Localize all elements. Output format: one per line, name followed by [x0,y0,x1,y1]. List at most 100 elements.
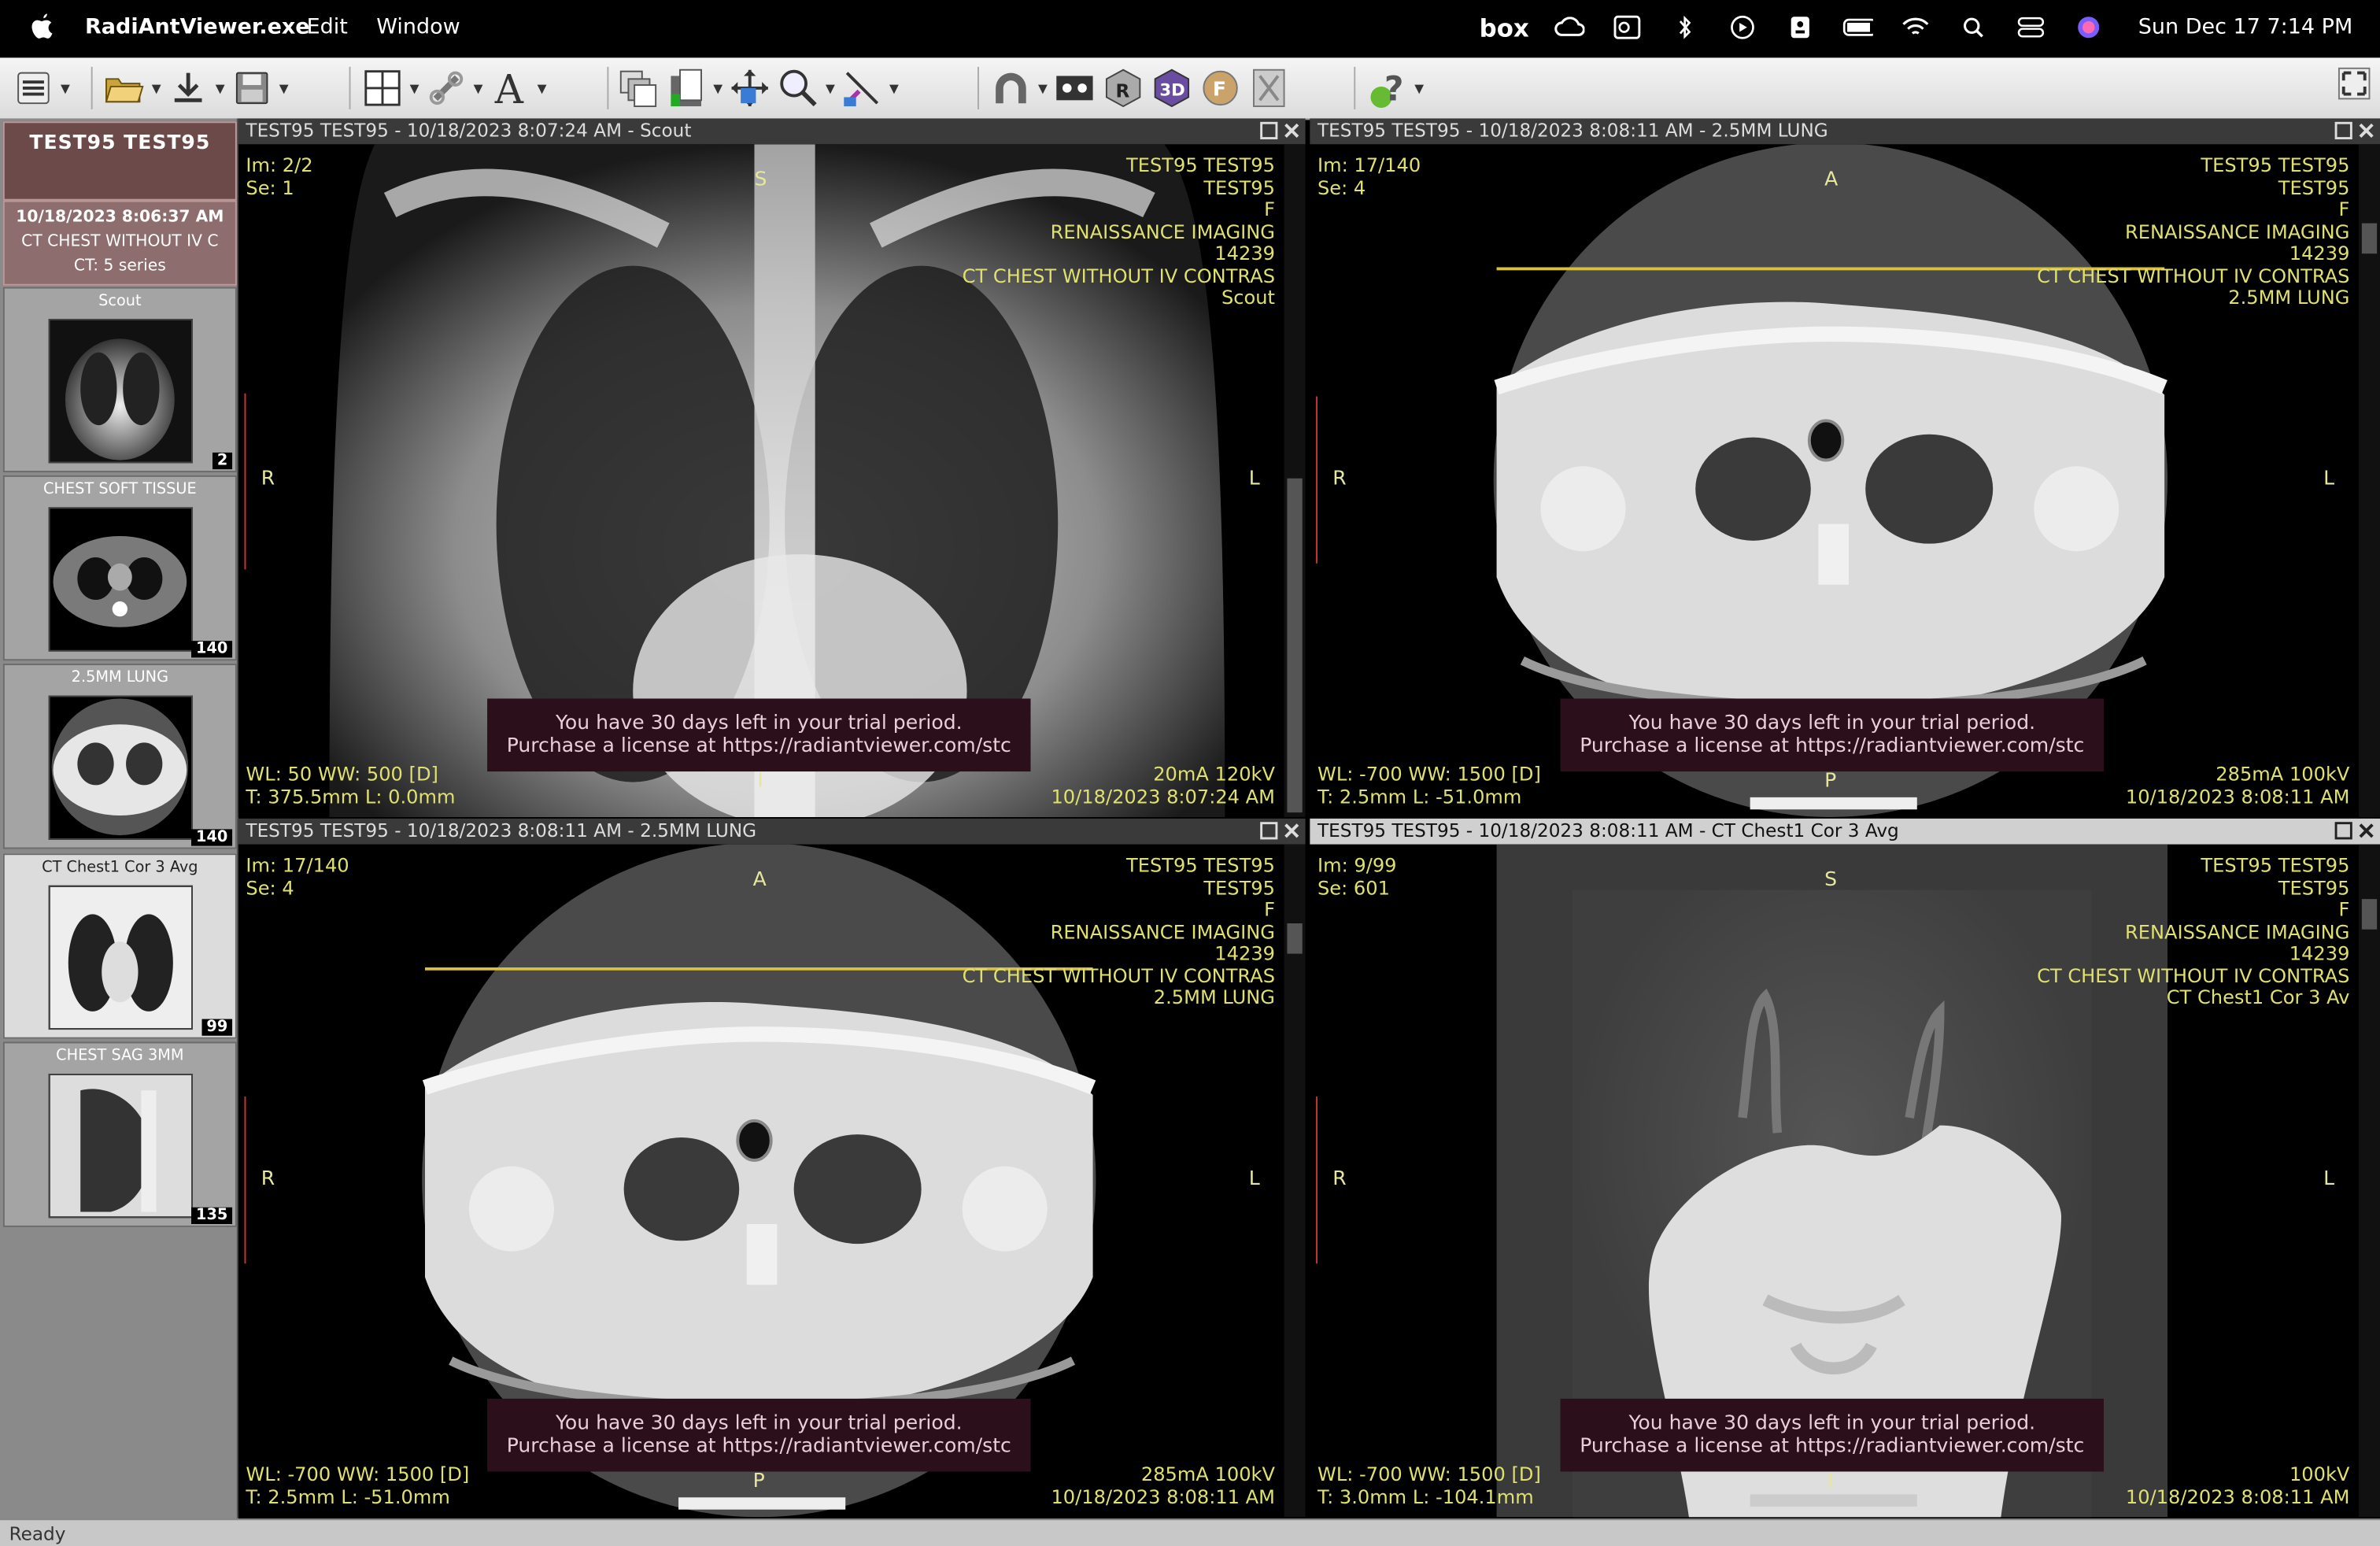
image-scrollbar[interactable] [2358,844,2380,1518]
creative-cloud-icon[interactable] [1554,12,1585,43]
dicom-info: TEST95 TEST95 TEST95 F RENAISSANCE IMAGI… [963,154,1275,309]
bluetooth-icon[interactable] [1669,12,1700,43]
acquisition-datetime: 10/18/2023 8:08:11 AM [2125,785,2350,808]
link-icon[interactable] [422,65,471,111]
orientation-right: L [1248,1167,1260,1191]
outlook-icon[interactable] [1612,12,1643,43]
image-canvas[interactable]: Im: 17/140 Se: 4 TEST95 TEST95 TEST95 F … [238,844,1306,1518]
acquisition-datetime: 10/18/2023 8:08:11 AM [2125,1485,2350,1508]
close-icon[interactable] [1283,121,1301,139]
maximize-icon[interactable] [2334,121,2352,140]
siri-icon[interactable] [2073,12,2104,43]
filter-icon[interactable]: F [1196,65,1245,111]
series-icon[interactable] [613,65,662,111]
series-number: Se: 4 [1317,176,1366,199]
maximize-icon[interactable] [1260,121,1278,140]
viewport-coronal[interactable]: TEST95 TEST95 - 10/18/2023 8:08:11 AM - … [1310,818,2380,1518]
scale-ruler [244,393,252,570]
patient-header[interactable]: TEST95 TEST95 [2,121,237,201]
app-menu[interactable]: RadiAntViewer.exe [85,15,310,39]
scroll-thumb[interactable] [1287,478,1303,813]
chevron-down-icon[interactable]: ▼ [471,81,486,94]
fullscreen-icon[interactable] [2338,67,2371,100]
help-icon[interactable]: ? [1363,65,1412,111]
trial-line-2: Purchase a license at https://radiantvie… [506,1435,1011,1459]
scroll-thumb[interactable] [1287,923,1303,954]
trial-line-2: Purchase a license at https://radiantvie… [506,734,1011,758]
measure-icon[interactable] [838,65,887,111]
menu-bar: RadiAntViewer.exe Edit Window box Sun De… [0,0,2380,58]
layout-grid-icon[interactable] [358,65,407,111]
chevron-down-icon[interactable]: ▼ [711,81,726,94]
scroll-thumb[interactable] [2361,223,2378,254]
image-count: 2 [213,452,233,470]
chevron-down-icon[interactable]: ▼ [57,81,72,94]
apple-icon[interactable] [31,13,55,41]
trial-notice[interactable]: You have 30 days left in your trial peri… [1560,1398,2104,1472]
series-description: 2.5MM LUNG [1153,986,1275,1009]
reset-icon[interactable] [1244,65,1293,111]
image-canvas[interactable]: Im: 9/99 Se: 601 TEST95 TEST95 TEST95 F … [1310,844,2380,1518]
chevron-down-icon[interactable]: ▼ [1035,81,1050,94]
pan-icon[interactable] [726,65,774,111]
window-level-icon[interactable] [662,65,711,111]
trial-notice[interactable]: You have 30 days left in your trial peri… [487,1398,1031,1472]
series-thumb-scout[interactable]: Scout 2 [2,287,237,473]
fusion-icon[interactable] [987,65,1036,111]
image-number: Im: 2/2 [246,153,313,176]
chevron-down-icon[interactable]: ▼ [276,81,291,94]
wifi-icon[interactable] [1901,12,1931,43]
chevron-down-icon[interactable]: ▼ [534,81,549,94]
zoom-icon[interactable] [774,65,823,111]
menubar-clock[interactable]: Sun Dec 17 7:14 PM [2138,15,2353,39]
play-icon[interactable] [1728,12,1758,43]
orientation-left: R [261,468,275,491]
close-icon[interactable] [1283,822,1301,840]
viewport-lung-top[interactable]: TEST95 TEST95 - 10/18/2023 8:08:11 AM - … [1310,118,2380,817]
image-scrollbar[interactable] [2358,144,2380,817]
close-icon[interactable] [2357,121,2375,139]
menu-window[interactable]: Window [376,15,460,39]
scroll-thumb[interactable] [2361,899,2378,930]
chevron-down-icon[interactable]: ▼ [149,81,164,94]
text-annotation-icon[interactable]: A [486,65,534,111]
close-icon[interactable] [2357,822,2375,840]
image-scrollbar[interactable] [1284,844,1306,1518]
download-icon[interactable] [164,65,213,111]
open-folder-icon[interactable] [100,65,149,111]
series-thumb-chest-sag[interactable]: CHEST SAG 3MM 135 [2,1041,237,1227]
image-canvas[interactable]: Im: 17/140 Se: 4 TEST95 TEST95 TEST95 F … [1310,144,2380,817]
chevron-down-icon[interactable]: ▼ [213,81,227,94]
series-thumb-2-5mm-lung[interactable]: 2.5MM LUNG 140 [2,664,237,849]
menu-icon[interactable] [9,65,58,111]
image-scrollbar[interactable] [1284,144,1306,817]
3d-icon[interactable]: 3D [1148,65,1196,111]
image-number: Im: 17/140 [246,853,349,877]
acquisition-datetime: 10/18/2023 8:07:24 AM [1051,785,1275,808]
mpr-icon[interactable]: R [1099,65,1148,111]
chevron-down-icon[interactable]: ▼ [1412,81,1427,94]
battery-icon[interactable] [1842,12,1873,43]
series-thumb-ct-chest1-cor[interactable]: CT Chest1 Cor 3 Avg 99 [2,853,237,1039]
trial-notice[interactable]: You have 30 days left in your trial peri… [487,698,1031,772]
contact-card-icon[interactable] [1785,12,1816,43]
maximize-icon[interactable] [2334,822,2352,840]
image-count: 140 [191,641,233,658]
chevron-down-icon[interactable]: ▼ [407,81,422,94]
search-icon[interactable] [1958,12,1989,43]
save-icon[interactable] [227,65,276,111]
study-header[interactable]: 10/18/2023 8:06:37 AM CT CHEST WITHOUT I… [2,200,237,286]
control-center-icon[interactable] [2016,12,2046,43]
chevron-down-icon[interactable]: ▼ [886,81,901,94]
box-icon[interactable]: box [1480,12,1529,43]
series-thumb-chest-soft-tissue[interactable]: CHEST SOFT TISSUE 140 [2,475,237,661]
menu-edit[interactable]: Edit [307,15,348,39]
image-canvas[interactable]: Im: 2/2 Se: 1 TEST95 TEST95 TEST95 F REN… [238,144,1306,817]
chevron-down-icon[interactable]: ▼ [822,81,837,94]
series-number: Se: 4 [246,876,294,900]
maximize-icon[interactable] [1260,822,1278,840]
viewport-scout[interactable]: TEST95 TEST95 - 10/18/2023 8:07:24 AM - … [238,118,1306,817]
trial-notice[interactable]: You have 30 days left in your trial peri… [1560,698,2104,772]
viewport-lung-bottom[interactable]: TEST95 TEST95 - 10/18/2023 8:08:11 AM - … [238,818,1306,1518]
cine-icon[interactable] [1051,65,1099,111]
